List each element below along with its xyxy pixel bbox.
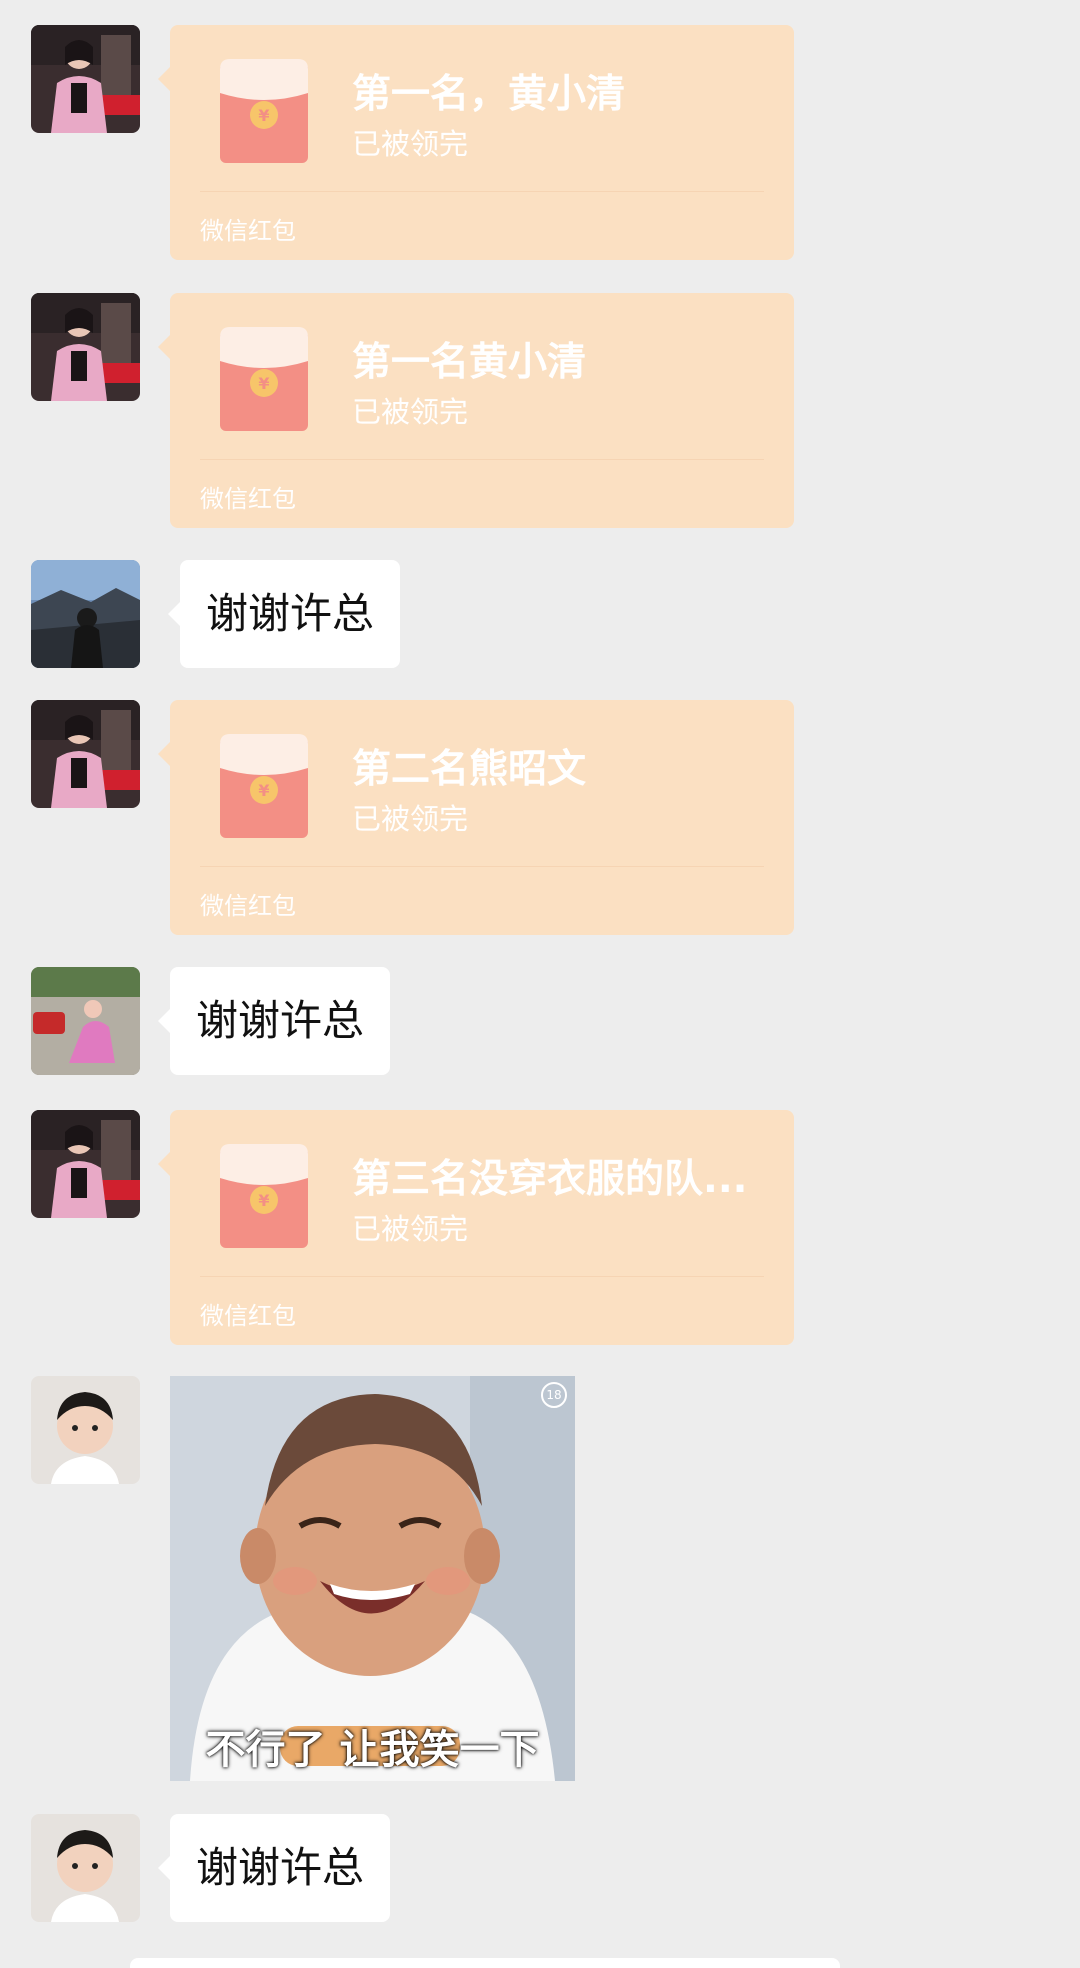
svg-text:¥: ¥	[258, 106, 269, 125]
red-packet-message[interactable]: ¥ 第二名熊昭文 已被领完 微信红包	[158, 700, 794, 935]
red-packet-icon: ¥	[220, 323, 308, 431]
red-packet-status: 已被领完	[352, 127, 469, 161]
svg-text:¥: ¥	[258, 1191, 269, 1210]
red-packet-divider	[200, 459, 764, 460]
red-packet-brand: 微信红包	[200, 217, 296, 245]
sticker-badge: 18	[541, 1382, 567, 1408]
text-message[interactable]: 谢谢许总	[157, 967, 391, 1075]
text-message-body: 谢谢许总	[196, 996, 365, 1045]
text-message[interactable]: 谢谢许总	[157, 1814, 391, 1922]
red-packet-message[interactable]: ¥ 第一名，黄小清 已被领完 微信红包	[158, 25, 794, 260]
avatar-sender-child-outdoor[interactable]	[31, 967, 140, 1075]
avatar-sender-woman[interactable]	[31, 25, 140, 133]
svg-text:¥: ¥	[258, 781, 269, 800]
red-packet-divider	[200, 866, 764, 867]
red-packet-icon: ¥	[220, 1140, 308, 1248]
text-message-body: 谢谢许总	[196, 1843, 365, 1892]
avatar-sender-woman[interactable]	[31, 293, 140, 401]
red-packet-message[interactable]: ¥ 第一名黄小清 已被领完 微信红包	[158, 293, 794, 528]
red-packet-divider	[200, 191, 764, 192]
red-packet-message[interactable]: ¥ 第三名没穿衣服的队... 已被领完 微信红包	[158, 1110, 794, 1345]
avatar-sender-landscape[interactable]	[31, 560, 140, 668]
avatar-sender-boy[interactable]	[31, 1814, 140, 1922]
red-packet-status: 已被领完	[352, 1212, 469, 1246]
red-packet-brand: 微信红包	[200, 485, 296, 513]
message-input-bar[interactable]	[130, 1958, 840, 1968]
red-packet-brand: 微信红包	[200, 892, 296, 920]
sticker-caption: 不行了 让我笑一下	[205, 1727, 540, 1773]
sticker-message[interactable]: 18 不行了 让我笑一下	[170, 1376, 575, 1781]
svg-text:¥: ¥	[258, 374, 269, 393]
red-packet-icon: ¥	[220, 730, 308, 838]
text-message-body: 谢谢许总	[206, 589, 375, 638]
red-packet-title: 第一名，黄小清	[352, 72, 626, 117]
red-packet-title: 第二名熊昭文	[352, 747, 587, 792]
chat-history: ¥ 第一名，黄小清 已被领完 微信红包 ¥ 第一名黄小清 已被领完 微信红包 谢…	[0, 0, 1080, 1968]
red-packet-status: 已被领完	[352, 802, 469, 836]
red-packet-divider	[200, 1276, 764, 1277]
red-packet-icon: ¥	[220, 55, 308, 163]
red-packet-title: 第三名没穿衣服的队...	[352, 1157, 748, 1202]
avatar-sender-woman[interactable]	[31, 700, 140, 808]
text-message[interactable]: 谢谢许总	[167, 560, 401, 668]
red-packet-title: 第一名黄小清	[352, 340, 587, 385]
avatar-sender-woman[interactable]	[31, 1110, 140, 1218]
avatar-sender-boy[interactable]	[31, 1376, 140, 1484]
red-packet-status: 已被领完	[352, 395, 469, 429]
red-packet-brand: 微信红包	[200, 1302, 296, 1330]
